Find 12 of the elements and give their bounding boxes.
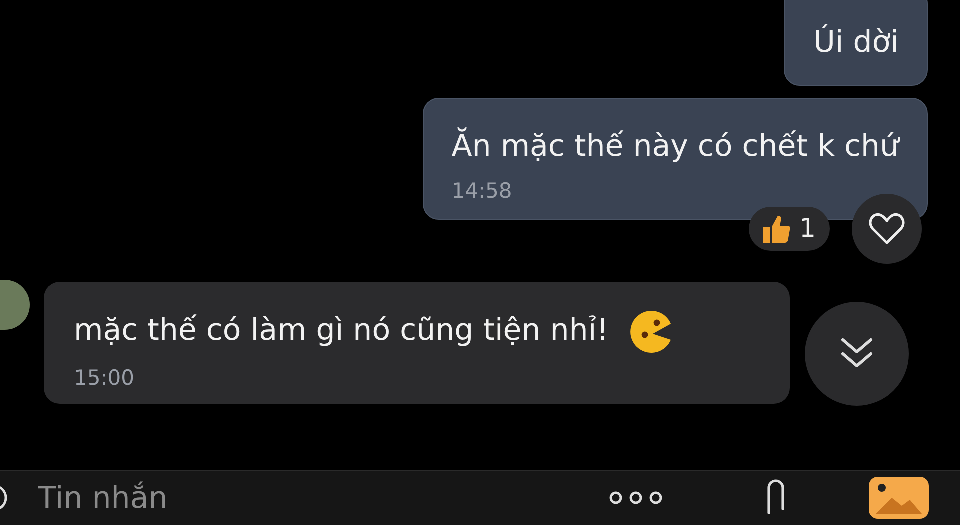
message-text: Ăn mặc thế này có chết k chứ (452, 127, 899, 166)
message-time: 14:58 (452, 178, 514, 205)
message-text: Úi dời (813, 23, 899, 62)
message-composer[interactable]: Tin nhắn (0, 470, 960, 525)
heart-icon (868, 212, 906, 246)
more-icon[interactable] (608, 491, 664, 505)
message-text: mặc thế có làm gì nó cũng tiện nhỉ! (74, 312, 609, 350)
message-input[interactable]: Tin nhắn (36, 476, 608, 520)
image-icon[interactable] (868, 476, 930, 520)
avatar[interactable] (0, 280, 30, 330)
message-time: 15:00 (74, 365, 136, 392)
reaction-count-badge[interactable]: 1 (749, 207, 830, 251)
